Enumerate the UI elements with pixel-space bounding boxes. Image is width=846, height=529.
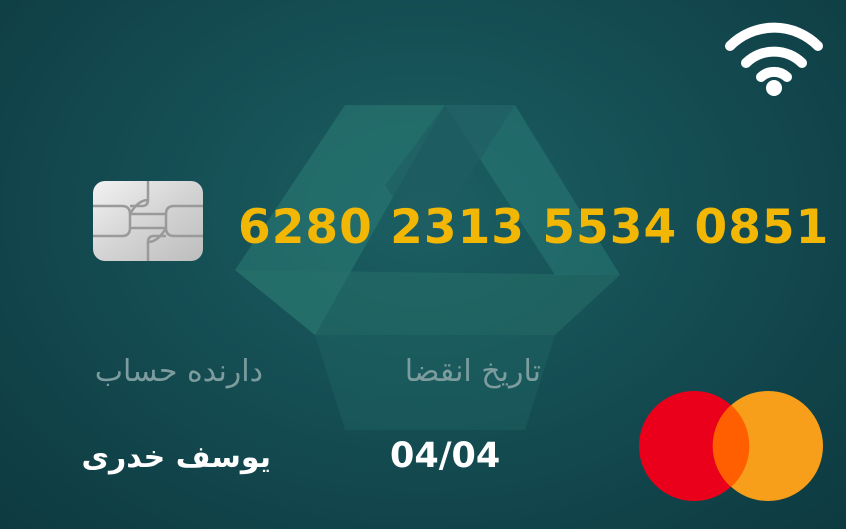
mastercard-logo [639,391,823,501]
chip-icon [93,181,203,261]
card-holder-name: یوسف خدری [81,440,271,475]
card-number: 6280 2313 5534 0851 [238,200,830,255]
bank-card: 6280 2313 5534 0851 دارنده حساب تاریخ ان… [0,0,846,529]
expiry-date-label: تاریخ انقضا [404,354,541,389]
wifi-icon [725,22,823,96]
card-holder-label: دارنده حساب [94,354,263,389]
expiry-date-value: 04/04 [390,436,501,476]
